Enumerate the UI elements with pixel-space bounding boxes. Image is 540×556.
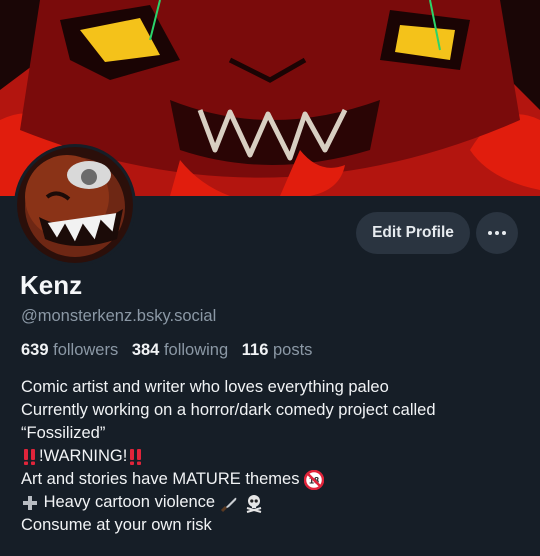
display-name: Kenz bbox=[20, 270, 83, 300]
following-stat[interactable]: 384 following bbox=[132, 341, 228, 359]
following-count: 384 bbox=[131, 341, 160, 359]
bio-line: Art and stories have MATURE themes 18 bbox=[21, 468, 526, 491]
ellipsis-icon bbox=[488, 231, 506, 235]
followers-stat[interactable]: 639 followers bbox=[21, 341, 118, 359]
bio-line: Comic artist and writer who loves everyt… bbox=[21, 378, 389, 396]
more-options-button[interactable] bbox=[476, 212, 518, 254]
avatar-image bbox=[17, 147, 133, 263]
warning-text: !WARNING! bbox=[39, 447, 128, 465]
bio-line: Heavy cartoon violence bbox=[21, 491, 526, 514]
profile-handle: @monsterkenz.bsky.social bbox=[21, 307, 217, 325]
bio-line: Consume at your own risk bbox=[21, 516, 212, 534]
bio-line: “Fossilized” bbox=[21, 424, 106, 442]
profile-stats: 639 followers 384 following 116 posts bbox=[21, 341, 321, 360]
posts-stat: 116 posts bbox=[242, 341, 313, 359]
plus-icon bbox=[23, 495, 37, 510]
profile-bio: Comic artist and writer who loves everyt… bbox=[21, 376, 526, 537]
bio-line: Currently working on a horror/dark comed… bbox=[21, 401, 436, 419]
bio-warning-line: !WARNING! bbox=[21, 445, 526, 468]
edit-profile-button[interactable]: Edit Profile bbox=[356, 212, 470, 254]
skull-crossbones-icon bbox=[247, 494, 262, 513]
no-one-under-18-icon: 18 bbox=[304, 469, 325, 490]
posts-label: posts bbox=[272, 341, 313, 359]
violence-text: Heavy cartoon violence bbox=[43, 493, 216, 511]
double-exclamation-icon bbox=[24, 448, 35, 465]
mature-text: Art and stories have MATURE themes bbox=[21, 470, 300, 488]
followers-count: 639 bbox=[21, 341, 49, 359]
avatar[interactable] bbox=[14, 144, 136, 266]
followers-label: followers bbox=[53, 341, 119, 359]
posts-count: 116 bbox=[241, 341, 269, 359]
double-exclamation-icon bbox=[130, 448, 142, 465]
knife-icon bbox=[220, 497, 237, 512]
following-label: following bbox=[163, 341, 229, 359]
